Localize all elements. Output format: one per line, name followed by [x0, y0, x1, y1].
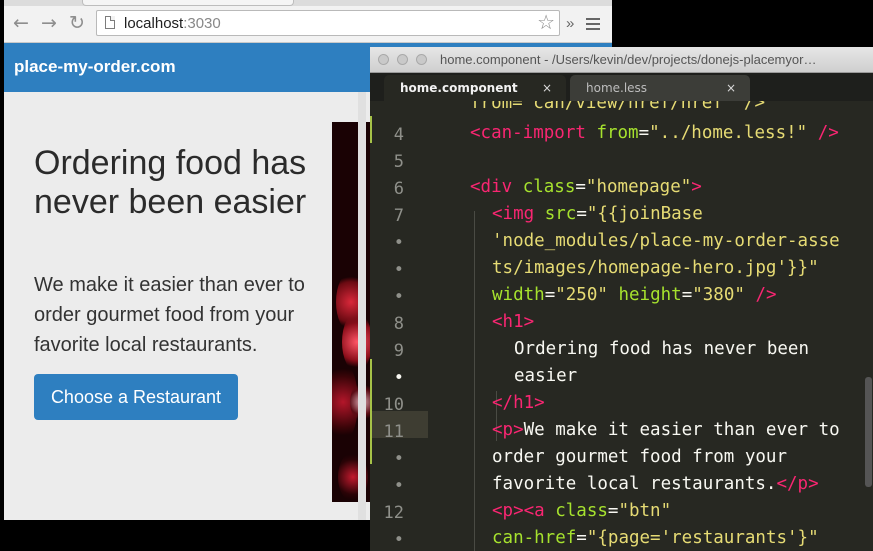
line-number: 12 — [383, 503, 404, 523]
code-line: ts/images/homepage-hero.jpg'}}" — [492, 258, 819, 278]
hero-title: Ordering food has never been easier — [34, 144, 307, 221]
site-brand-link[interactable]: place-my-order.com — [14, 57, 176, 77]
editor-window-title: home.component - /Users/kevin/dev/projec… — [440, 52, 817, 67]
line-wrap-marker: • — [393, 476, 404, 496]
page-icon — [105, 16, 115, 29]
line-wrap-marker: • — [393, 233, 404, 253]
code-line: can-href="{page='restaurants'}" — [492, 528, 819, 548]
line-number: 6 — [393, 179, 404, 199]
code-line: <img src="{{joinBase — [492, 204, 703, 224]
reload-icon[interactable]: ↻ — [66, 12, 88, 34]
page-scrollbar[interactable] — [358, 92, 366, 520]
line-number: 4 — [393, 125, 404, 145]
zoom-window-icon[interactable] — [416, 54, 427, 65]
extensions-overflow-icon[interactable]: » — [566, 15, 574, 32]
bookmark-star-icon[interactable]: ☆ — [537, 11, 555, 35]
code-line: Ordering food has never been — [514, 339, 810, 359]
line-number: 5 — [393, 152, 404, 172]
back-icon[interactable]: ← — [10, 12, 32, 34]
code-area[interactable]: from="can/view/href/href" /> <can-import… — [428, 101, 873, 551]
choose-restaurant-button[interactable]: Choose a Restaurant — [34, 374, 238, 420]
code-line: favorite local restaurants.</p> — [492, 474, 819, 494]
close-tab-icon[interactable]: × — [726, 75, 736, 101]
line-number: 10 — [383, 395, 404, 415]
tab-label: home.component — [400, 81, 518, 95]
code-line: order gourmet food from your — [492, 447, 788, 467]
browser-toolbar: ← → ↻ localhost:3030 ☆ » — [4, 6, 612, 43]
code-line: <p>We make it easier than ever to — [492, 420, 840, 440]
editor-scrollbar[interactable] — [865, 377, 872, 487]
editor-titlebar: home.component - /Users/kevin/dev/projec… — [370, 47, 873, 73]
code-line: easier — [514, 366, 578, 386]
code-line: <h1> — [492, 312, 535, 332]
line-wrap-marker: • — [393, 449, 404, 469]
close-tab-icon[interactable]: × — [542, 75, 552, 101]
code-line: <div class="homepage"> — [470, 177, 702, 197]
url-host: localhost — [124, 15, 184, 32]
tab-label: home.less — [586, 81, 648, 95]
line-number: 11 — [383, 422, 404, 442]
line-number: 7 — [393, 206, 404, 226]
line-number: 9 — [393, 341, 404, 361]
code-line: <can-import from="../home.less!" /> — [470, 123, 839, 143]
code-line: 'node_modules/place-my-order-asse — [492, 231, 840, 251]
editor-window: home.component - /Users/kevin/dev/projec… — [370, 47, 873, 551]
minimize-window-icon[interactable] — [397, 54, 408, 65]
indent-guide — [474, 211, 475, 551]
address-bar[interactable]: localhost:3030 ☆ — [96, 10, 560, 36]
close-window-icon[interactable] — [378, 54, 389, 65]
forward-icon[interactable]: → — [38, 12, 60, 34]
line-wrap-marker: • — [393, 530, 404, 550]
line-wrap-marker: • — [393, 260, 404, 280]
line-wrap-marker: • — [393, 368, 404, 388]
hero-image — [332, 122, 372, 502]
tab-home-less[interactable]: home.less × — [570, 75, 750, 101]
code-line: </h1> — [492, 393, 545, 413]
url-port: :3030 — [183, 15, 221, 32]
code-line: <p><a class="btn" — [492, 501, 672, 521]
line-number-gutter: 4 5 6 7 • • • 8 9 • 10 11 • • 12 • — [370, 101, 428, 551]
editor-tab-bar: home.component × home.less × — [370, 73, 873, 101]
tab-home-component[interactable]: home.component × — [384, 75, 566, 101]
code-line: width="250" height="380" /> — [492, 285, 777, 305]
code-line: from="can/view/href/href" /> — [470, 101, 766, 113]
line-wrap-marker: • — [393, 287, 404, 307]
url-text: localhost:3030 — [124, 15, 221, 32]
line-number: 8 — [393, 314, 404, 334]
hero-lead: We make it easier than ever to order gou… — [34, 274, 305, 356]
menu-icon[interactable] — [586, 18, 600, 33]
